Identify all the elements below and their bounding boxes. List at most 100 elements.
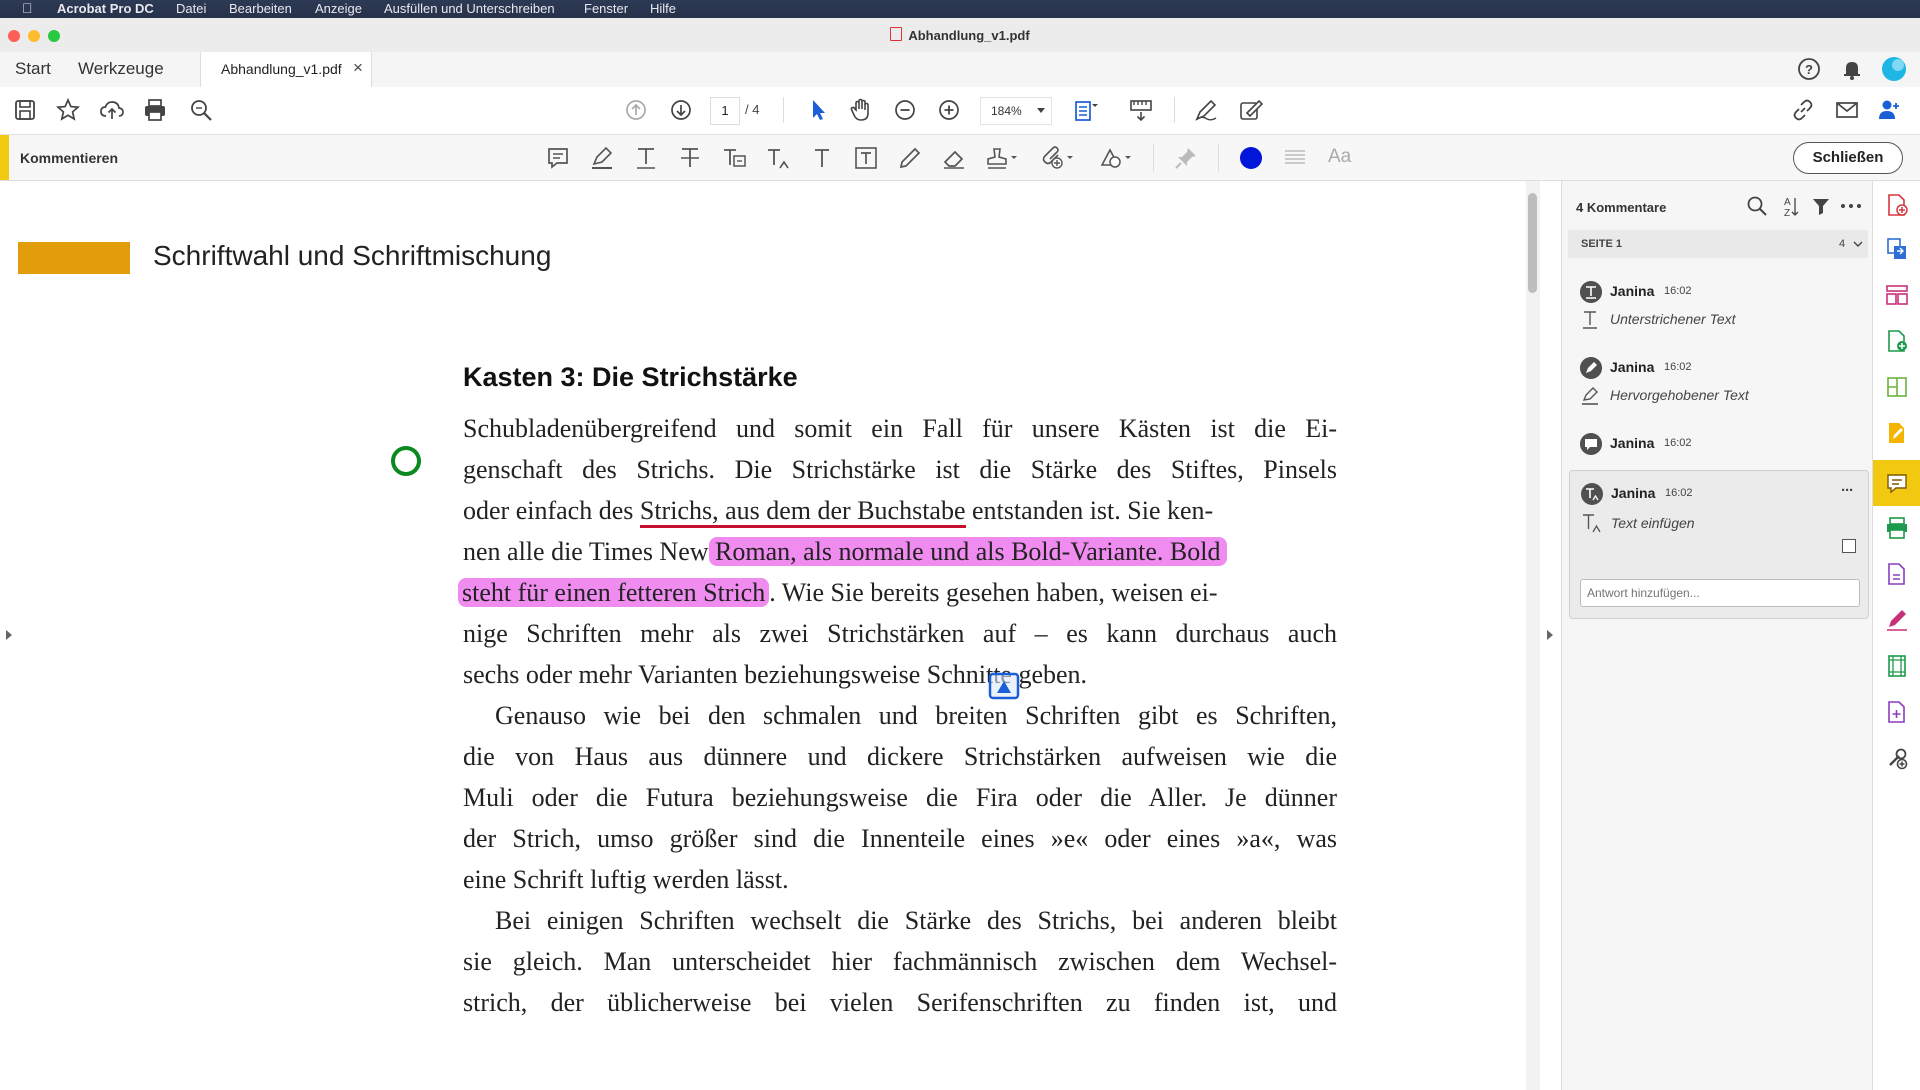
edit-pdf-icon[interactable] — [1885, 421, 1909, 445]
window-title-bar: Abhandlung_v1.pdf — [0, 18, 1920, 53]
menu-ausfuellen[interactable]: Ausfüllen und Unterschreiben — [384, 1, 555, 16]
document-view[interactable]: Schriftwahl und Schriftmischung Kasten 3… — [0, 181, 1560, 1090]
bell-icon[interactable] — [1840, 57, 1864, 81]
zoom-out-icon[interactable] — [892, 97, 918, 123]
comment-item-selected[interactable]: Janina 16:02 ··· Text einfügen — [1569, 470, 1869, 619]
share-link-icon[interactable] — [1790, 97, 1816, 123]
sign-pen-icon[interactable] — [1193, 97, 1219, 123]
print-icon[interactable] — [142, 97, 168, 123]
underlined-text[interactable]: Strichs, aus dem der Buchstabe — [639, 496, 966, 528]
right-panel-toggle-icon[interactable] — [1546, 629, 1554, 641]
comment-checkbox[interactable] — [1842, 539, 1856, 553]
tab-document[interactable]: Abhandlung_v1.pdf × — [200, 52, 372, 87]
rich-media-icon[interactable] — [1885, 654, 1909, 678]
fit-page-icon[interactable] — [1073, 97, 1099, 123]
add-text-icon[interactable] — [809, 145, 835, 171]
box-heading: Kasten 3: Die Strichstärke — [463, 362, 798, 392]
apple-icon[interactable]:  — [22, 0, 33, 16]
insert-comment-avatar-icon — [1581, 483, 1603, 505]
menu-anzeige[interactable]: Anzeige — [315, 1, 362, 16]
shapes-icon[interactable] — [1098, 145, 1134, 171]
protect-pdf-icon[interactable] — [1885, 562, 1909, 586]
rail-item-comment-active[interactable] — [1873, 460, 1920, 506]
highlight-text-icon[interactable] — [589, 145, 615, 171]
hand-tool-icon[interactable] — [848, 97, 874, 123]
add-person-icon[interactable] — [1876, 97, 1902, 123]
menu-hilfe[interactable]: Hilfe — [650, 1, 676, 16]
menu-datei[interactable]: Datei — [176, 1, 206, 16]
color-picker-icon[interactable] — [1238, 145, 1264, 171]
sticky-note-icon[interactable] — [545, 145, 571, 171]
comment-marker-icon[interactable] — [389, 444, 423, 478]
more-tools-icon[interactable] — [1885, 746, 1909, 770]
text-segment: nen alle die Times New — [463, 537, 716, 566]
organize-pages-icon[interactable] — [1885, 283, 1909, 307]
insert-text-icon[interactable] — [765, 145, 791, 171]
page-group-header[interactable]: SEITE 1 4 — [1568, 230, 1868, 258]
menu-app-name[interactable]: Acrobat Pro DC — [57, 1, 154, 16]
select-arrow-icon[interactable] — [805, 97, 831, 123]
comment-more-options-icon[interactable]: ··· — [1841, 482, 1854, 499]
highlighted-text[interactable]: steht für einen fetteren Strich — [458, 578, 770, 607]
reply-input[interactable] — [1580, 579, 1860, 607]
left-panel-toggle-icon[interactable] — [5, 629, 13, 641]
scan-ocr-icon[interactable] — [1885, 516, 1909, 540]
fill-sign-tool-icon[interactable] — [1885, 608, 1909, 632]
eraser-icon[interactable] — [941, 145, 967, 171]
chevron-down-icon — [1853, 241, 1863, 247]
replace-text-icon[interactable] — [721, 145, 747, 171]
star-icon[interactable] — [55, 97, 81, 123]
add-page-icon[interactable] — [1885, 700, 1909, 724]
tab-close-icon[interactable]: × — [353, 58, 363, 78]
attach-file-icon[interactable] — [1040, 145, 1076, 171]
note-comment-avatar-icon — [1580, 433, 1602, 455]
more-options-icon[interactable] — [1840, 199, 1862, 213]
zoom-level-select[interactable]: 184% — [980, 97, 1052, 125]
text-line: der Strich, umso größer sind die Innente… — [463, 824, 1337, 853]
font-format-icon[interactable]: Aa — [1328, 146, 1351, 168]
page-number-input[interactable]: 1 — [710, 97, 740, 125]
sort-icon[interactable]: AZ — [1780, 195, 1800, 217]
tab-start[interactable]: Start — [15, 59, 51, 79]
help-icon[interactable]: ? — [1797, 57, 1821, 81]
comment-time: 16:02 — [1664, 437, 1692, 449]
menu-fenster[interactable]: Fenster — [584, 1, 628, 16]
email-icon[interactable] — [1834, 97, 1860, 123]
scrollbar-thumb[interactable] — [1528, 193, 1537, 293]
stamp-icon[interactable] — [985, 145, 1019, 171]
menu-bearbeiten[interactable]: Bearbeiten — [229, 1, 292, 16]
text-box-icon[interactable] — [853, 145, 879, 171]
profile-avatar-icon[interactable] — [1881, 56, 1907, 82]
tab-werkzeuge[interactable]: Werkzeuge — [78, 59, 164, 79]
fill-sign-icon[interactable] — [1237, 97, 1263, 123]
document-scrollbar[interactable] — [1526, 181, 1540, 1090]
strikethrough-text-icon[interactable] — [677, 145, 703, 171]
toolbar-divider — [1153, 144, 1154, 172]
text-segment: oder einfach des — [463, 496, 640, 525]
combine-files-icon[interactable] — [1885, 375, 1909, 399]
save-icon[interactable] — [12, 97, 38, 123]
create-pdf-icon[interactable] — [1885, 329, 1909, 353]
insert-caret-marker-icon[interactable] — [988, 672, 1020, 700]
close-comment-button[interactable]: Schließen — [1793, 142, 1903, 174]
cloud-upload-icon[interactable] — [99, 97, 125, 123]
filter-icon[interactable] — [1811, 196, 1831, 216]
convert-pdf-icon[interactable] — [1885, 237, 1909, 261]
highlighted-text[interactable]: Roman, als normale und als Bold-Variante… — [709, 537, 1227, 566]
comment-toolbar: Kommentieren Aa Schließen — [0, 135, 1920, 181]
pin-icon[interactable] — [1173, 145, 1199, 171]
zoom-in-icon[interactable] — [936, 97, 962, 123]
line-thickness-icon[interactable] — [1282, 145, 1308, 171]
export-pdf-icon[interactable] — [1885, 193, 1909, 217]
scroll-mode-icon[interactable] — [1128, 97, 1154, 123]
comment-item[interactable]: Janina 16:02 Unterstrichener Text — [1580, 281, 1865, 341]
search-zoom-icon[interactable] — [188, 97, 214, 123]
comment-item[interactable]: Janina 16:02 — [1580, 433, 1865, 463]
previous-page-icon[interactable] — [623, 97, 649, 123]
underline-text-icon[interactable] — [633, 145, 659, 171]
comment-item[interactable]: Janina 16:02 Hervorgehobener Text — [1580, 357, 1865, 417]
pencil-draw-icon[interactable] — [897, 145, 923, 171]
search-icon[interactable] — [1746, 195, 1768, 217]
chevron-down-icon — [1037, 108, 1045, 113]
next-page-icon[interactable] — [668, 97, 694, 123]
